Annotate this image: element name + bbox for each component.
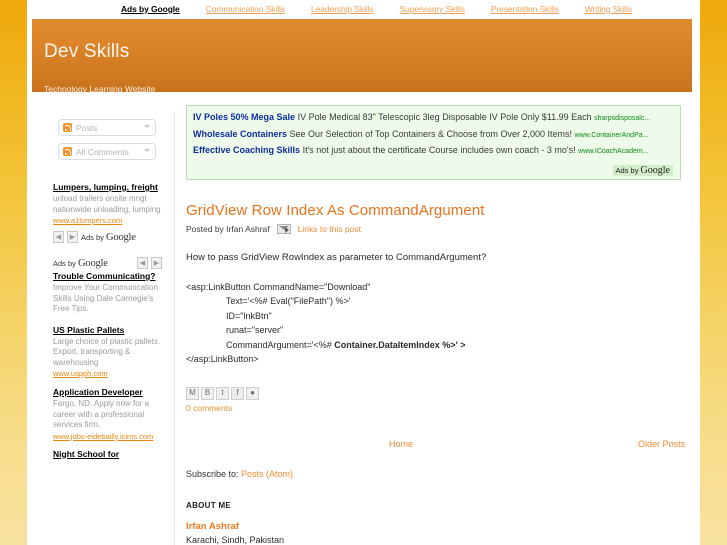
page-root: Ads by Google Communication Skills Leade… [0,0,727,545]
code-line: runat="server" [186,325,284,335]
post-meta: Posted by Irfan Ashraf Links to this pos… [186,223,686,234]
prev-ad-arrow-icon[interactable]: ◀ [53,231,64,243]
sidebar-ad-lumpers: Lumpers, lumping, freight unload trailer… [40,182,162,226]
main-content: IV Poles 50% Mega Sale IV Pole Medical 8… [186,105,686,545]
next-ad-arrow-icon[interactable]: ▶ [67,231,78,243]
top-ad-link-supervisory-skills[interactable]: Supervisory Skills [400,4,465,14]
subscribe-comments-label: All Comments [76,146,129,157]
sidebar-ad-body: Large choice of plastic pallets. Export,… [53,336,161,367]
sidebar-ad-body: unload trailers onsite mngt nationwide u… [53,194,161,214]
sidebar-ad-title[interactable]: Trouble Communicating? [53,271,162,282]
main-ad-row[interactable]: IV Poles 50% Mega Sale IV Pole Medical 8… [193,110,674,127]
post-title[interactable]: GridView Row Index As CommandArgument [186,202,686,219]
blogger-share-icon[interactable]: B [201,386,214,400]
gmail-share-icon[interactable]: M [186,386,199,400]
sidebar-ad-body: Fargo, ND. Apply now for a career with a… [53,399,150,429]
top-ad-link-presentation-skills[interactable]: Presentation Skills [491,4,559,14]
top-ad-link-communication-skills[interactable]: Communication Skills [206,4,285,14]
post-navigation: Home Older Posts [186,439,686,453]
code-line: Text='<%# Eval("FilePath") %>' [186,296,351,306]
sidebar-ad-url[interactable]: www.uspph.com [53,369,162,379]
main-ad-title[interactable]: Wholesale Containers [193,129,287,139]
code-line: ID="lnkBtn" [186,310,272,321]
main-ad-url[interactable]: www.ICoachAcadem... [578,148,648,155]
rss-icon [63,147,72,156]
share-icon-row: M B t f ● [186,386,686,400]
sidebar: Posts All Comments Lumpers, lumping, fre… [40,112,175,545]
twitter-share-icon[interactable]: t [216,386,229,400]
left-gold-gradient-band [0,0,27,545]
about-me-location: Karachi, Sindh, Pakistan [186,534,285,545]
top-ads-byline[interactable]: Ads by Google [121,4,180,14]
sidebar-ad-us-plastic-pallets: US Plastic Pallets Large choice of plast… [40,325,162,380]
code-line-bold: Container.DataItemIndex %>' > [334,339,466,350]
main-ad-text: IV Pole Medical 83" Telescopic 3leg Disp… [297,112,592,122]
sidebar-ad-url[interactable]: www.a1lumpers.com [53,216,162,226]
main-adsense-block: IV Poles 50% Mega Sale IV Pole Medical 8… [186,105,681,180]
sidebar-ad-title[interactable]: US Plastic Pallets [53,325,162,336]
subscribe-label: Subscribe to: [186,468,239,479]
main-ad-title[interactable]: IV Poles 50% Mega Sale [193,112,295,122]
code-line: <asp:LinkButton CommandName="Download" [186,281,371,292]
sidebar-ad-title[interactable]: Night School for [53,449,162,460]
main-ad-text: See Our Selection of Top Containers & Ch… [289,128,573,139]
home-link[interactable]: Home [389,439,413,449]
blog-title[interactable]: Dev Skills [44,41,129,63]
chevron-down-icon [144,125,150,128]
code-line: </asp:LinkButton> [186,354,259,364]
prev-ad-arrow-icon[interactable]: ◀ [137,257,148,269]
sidebar-ad-title[interactable]: Application Developer [53,387,162,398]
main-ad-title[interactable]: Effective Coaching Skills [193,145,300,155]
sidebar-ad-title[interactable]: Lumpers, lumping, freight [53,182,162,193]
right-gold-gradient-band [700,0,727,545]
post-question: How to pass GridView RowIndex as paramet… [186,251,487,263]
main-ad-url[interactable]: sharpsdisposalc... [594,115,650,122]
links-to-this-post-link[interactable]: Links to this post [298,224,361,234]
about-me-heading: ABOUT ME [186,500,232,510]
main-ad-row[interactable]: Wholesale Containers See Our Selection o… [193,127,674,144]
main-ad-url[interactable]: www.ContainerAndPa... [575,132,649,139]
blog-description: Technology Learning Website [44,84,156,94]
rss-icon [63,123,72,132]
sidebar-ad-body: Improve Your Communication Skills Using … [53,283,158,313]
sidebar-ad-trouble-communicating: Trouble Communicating? Improve Your Comm… [40,271,162,315]
chevron-down-icon [144,149,150,152]
post-code-block: <asp:LinkButton CommandName="Download" T… [186,280,686,367]
comments-count[interactable]: 0 comments [186,403,686,413]
top-adsense-strip: Ads by Google Communication Skills Leade… [27,0,700,17]
next-ad-arrow-icon[interactable]: ▶ [151,257,162,269]
main-ad-row[interactable]: Effective Coaching Skills It's not just … [193,143,674,160]
sidebar-ad-url[interactable]: www.jobs-eidebailly.icims.com [53,432,162,442]
subscribe-posts-label: Posts [76,122,98,133]
top-ad-link-writing-skills[interactable]: Writing Skills [585,4,632,14]
subscribe-comments-select[interactable]: All Comments [58,143,156,160]
main-ad-badge-row: Ads by Google [193,160,674,179]
sidebar-ad-footer-2: Ads by Google ◀ ▶ [40,257,162,269]
share-bubble-icon[interactable]: ● [246,386,259,400]
ads-by-google-brand[interactable]: Ads by Google [81,232,136,243]
subscribe-atom-link[interactable]: Posts (Atom) [241,469,293,479]
ads-by-google-brand[interactable]: Ads by Google [53,258,108,269]
main-ad-text: It's not just about the certificate Cour… [302,145,576,155]
code-line: CommandArgument='<%# [186,339,335,350]
post-author: Posted by Irfan Ashraf [186,223,270,234]
about-me-name[interactable]: Irfan Ashraf [186,521,686,532]
sidebar-ad-application-developer: Application Developer Fargo, ND. Apply n… [40,387,162,442]
blog-post: GridView Row Index As CommandArgument Po… [186,202,686,413]
email-post-icon[interactable] [276,223,291,234]
top-ad-link-leadership-skills[interactable]: Leadership Skills [311,4,374,14]
subscribe-posts-select[interactable]: Posts [58,119,156,136]
sidebar-ad-night-school: Night School for [40,449,162,460]
blog-header-banner: Dev Skills Technology Learning Website [32,19,692,94]
subscribe-row: Subscribe to: Posts (Atom) [186,469,686,479]
facebook-share-icon[interactable]: f [231,386,244,400]
older-posts-link[interactable]: Older Posts [638,439,685,449]
sidebar-ad-footer-1: ◀ ▶ Ads by Google [40,231,162,243]
ads-by-google-badge[interactable]: Ads by Google [612,164,673,176]
share-section: M B t f ● 0 comments [186,386,686,413]
